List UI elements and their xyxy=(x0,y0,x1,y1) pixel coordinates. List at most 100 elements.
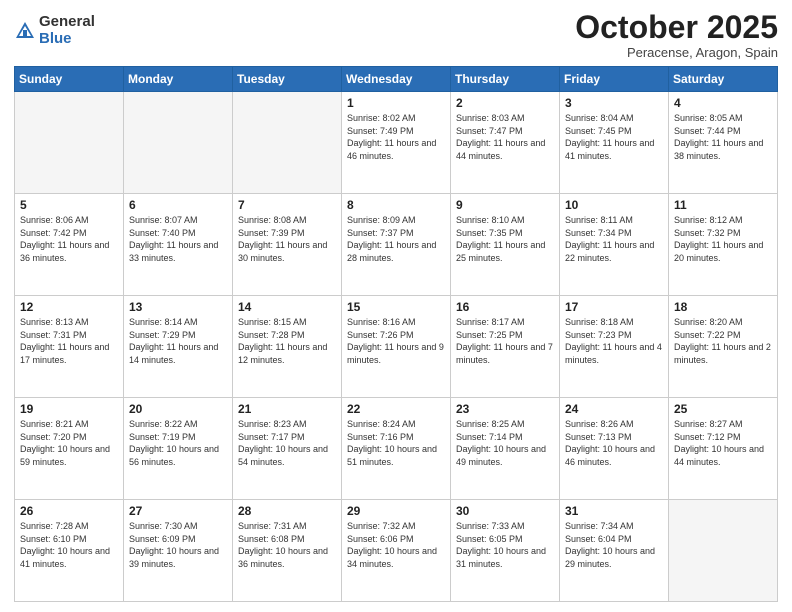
weekday-header: Sunday xyxy=(15,67,124,92)
weekday-header: Thursday xyxy=(451,67,560,92)
day-number: 11 xyxy=(674,198,772,212)
title-block: October 2025 Peracense, Aragon, Spain xyxy=(575,10,778,60)
day-number: 31 xyxy=(565,504,663,518)
weekday-header: Friday xyxy=(560,67,669,92)
calendar-day-cell xyxy=(669,500,778,602)
calendar-week-row: 1 Sunrise: 8:02 AMSunset: 7:49 PMDaylight… xyxy=(15,92,778,194)
day-number: 14 xyxy=(238,300,336,314)
day-info: Sunrise: 8:16 AMSunset: 7:26 PMDaylight:… xyxy=(347,316,445,366)
logo-icon xyxy=(14,20,36,42)
day-info: Sunrise: 8:14 AMSunset: 7:29 PMDaylight:… xyxy=(129,316,227,366)
day-number: 3 xyxy=(565,96,663,110)
calendar-day-cell: 26 Sunrise: 7:28 AMSunset: 6:10 PMDayligh… xyxy=(15,500,124,602)
logo: General Blue xyxy=(14,14,95,47)
weekday-header: Wednesday xyxy=(342,67,451,92)
calendar-day-cell: 7 Sunrise: 8:08 AMSunset: 7:39 PMDaylight… xyxy=(233,194,342,296)
day-number: 13 xyxy=(129,300,227,314)
day-number: 8 xyxy=(347,198,445,212)
calendar-day-cell: 6 Sunrise: 8:07 AMSunset: 7:40 PMDaylight… xyxy=(124,194,233,296)
day-info: Sunrise: 8:10 AMSunset: 7:35 PMDaylight:… xyxy=(456,214,554,264)
day-info: Sunrise: 8:23 AMSunset: 7:17 PMDaylight:… xyxy=(238,418,336,468)
calendar-week-row: 12Sunrise: 8:13 AMSunset: 7:31 PMDayligh… xyxy=(15,296,778,398)
calendar-day-cell: 19 Sunrise: 8:21 AMSunset: 7:20 PMDayligh… xyxy=(15,398,124,500)
day-info: Sunrise: 8:21 AMSunset: 7:20 PMDaylight:… xyxy=(20,418,118,468)
calendar-day-cell xyxy=(233,92,342,194)
month-title: October 2025 xyxy=(575,10,778,45)
calendar-day-cell: 5 Sunrise: 8:06 AMSunset: 7:42 PMDaylight… xyxy=(15,194,124,296)
weekday-header: Tuesday xyxy=(233,67,342,92)
calendar-day-cell: 25 Sunrise: 8:27 AMSunset: 7:12 PMDayligh… xyxy=(669,398,778,500)
day-number: 7 xyxy=(238,198,336,212)
day-info: Sunrise: 8:04 AMSunset: 7:45 PMDaylight:… xyxy=(565,112,663,162)
calendar-day-cell: 18 Sunrise: 8:20 AMSunset: 7:22 PMDayligh… xyxy=(669,296,778,398)
day-number: 16 xyxy=(456,300,554,314)
day-number: 6 xyxy=(129,198,227,212)
calendar-day-cell: 24Sunrise: 8:26 AMSunset: 7:13 PMDayligh… xyxy=(560,398,669,500)
day-info: Sunrise: 8:12 AMSunset: 7:32 PMDaylight:… xyxy=(674,214,772,264)
day-info: Sunrise: 7:33 AMSunset: 6:05 PMDaylight:… xyxy=(456,520,554,570)
day-number: 23 xyxy=(456,402,554,416)
day-info: Sunrise: 8:27 AMSunset: 7:12 PMDaylight:… xyxy=(674,418,772,468)
calendar-day-cell: 14Sunrise: 8:15 AMSunset: 7:28 PMDayligh… xyxy=(233,296,342,398)
day-info: Sunrise: 8:18 AMSunset: 7:23 PMDaylight:… xyxy=(565,316,663,366)
calendar-day-cell: 13 Sunrise: 8:14 AMSunset: 7:29 PMDayligh… xyxy=(124,296,233,398)
day-number: 25 xyxy=(674,402,772,416)
location: Peracense, Aragon, Spain xyxy=(575,45,778,60)
calendar-day-cell xyxy=(15,92,124,194)
page: General Blue October 2025 Peracense, Ara… xyxy=(0,0,792,612)
calendar-day-cell: 27 Sunrise: 7:30 AMSunset: 6:09 PMDayligh… xyxy=(124,500,233,602)
calendar-day-cell xyxy=(124,92,233,194)
day-info: Sunrise: 8:08 AMSunset: 7:39 PMDaylight:… xyxy=(238,214,336,264)
day-number: 22 xyxy=(347,402,445,416)
calendar-week-row: 26 Sunrise: 7:28 AMSunset: 6:10 PMDayligh… xyxy=(15,500,778,602)
day-info: Sunrise: 8:24 AMSunset: 7:16 PMDaylight:… xyxy=(347,418,445,468)
calendar-day-cell: 29 Sunrise: 7:32 AMSunset: 6:06 PMDayligh… xyxy=(342,500,451,602)
day-info: Sunrise: 8:06 AMSunset: 7:42 PMDaylight:… xyxy=(20,214,118,264)
day-number: 12 xyxy=(20,300,118,314)
calendar-day-cell: 4 Sunrise: 8:05 AMSunset: 7:44 PMDaylight… xyxy=(669,92,778,194)
calendar-day-cell: 9 Sunrise: 8:10 AMSunset: 7:35 PMDaylight… xyxy=(451,194,560,296)
calendar-day-cell: 16 Sunrise: 8:17 AMSunset: 7:25 PMDayligh… xyxy=(451,296,560,398)
calendar-day-cell: 15 Sunrise: 8:16 AMSunset: 7:26 PMDayligh… xyxy=(342,296,451,398)
day-number: 27 xyxy=(129,504,227,518)
calendar-day-cell: 2Sunrise: 8:03 AMSunset: 7:47 PMDaylight… xyxy=(451,92,560,194)
day-number: 18 xyxy=(674,300,772,314)
logo-general: General xyxy=(39,14,95,31)
day-number: 17 xyxy=(565,300,663,314)
weekday-header: Saturday xyxy=(669,67,778,92)
day-number: 29 xyxy=(347,504,445,518)
day-info: Sunrise: 7:28 AMSunset: 6:10 PMDaylight:… xyxy=(20,520,118,570)
day-number: 9 xyxy=(456,198,554,212)
calendar-day-cell: 31Sunrise: 7:34 AMSunset: 6:04 PMDayligh… xyxy=(560,500,669,602)
day-info: Sunrise: 8:03 AMSunset: 7:47 PMDaylight:… xyxy=(456,112,554,162)
day-info: Sunrise: 7:31 AMSunset: 6:08 PMDaylight:… xyxy=(238,520,336,570)
day-info: Sunrise: 8:05 AMSunset: 7:44 PMDaylight:… xyxy=(674,112,772,162)
calendar-day-cell: 12Sunrise: 8:13 AMSunset: 7:31 PMDayligh… xyxy=(15,296,124,398)
day-number: 1 xyxy=(347,96,445,110)
calendar-day-cell: 3 Sunrise: 8:04 AMSunset: 7:45 PMDaylight… xyxy=(560,92,669,194)
day-number: 21 xyxy=(238,402,336,416)
day-info: Sunrise: 8:26 AMSunset: 7:13 PMDaylight:… xyxy=(565,418,663,468)
calendar-day-cell: 11 Sunrise: 8:12 AMSunset: 7:32 PMDayligh… xyxy=(669,194,778,296)
day-number: 30 xyxy=(456,504,554,518)
calendar-day-cell: 20 Sunrise: 8:22 AMSunset: 7:19 PMDayligh… xyxy=(124,398,233,500)
day-info: Sunrise: 8:17 AMSunset: 7:25 PMDaylight:… xyxy=(456,316,554,366)
calendar-day-cell: 8Sunrise: 8:09 AMSunset: 7:37 PMDaylight… xyxy=(342,194,451,296)
calendar-day-cell: 22 Sunrise: 8:24 AMSunset: 7:16 PMDayligh… xyxy=(342,398,451,500)
day-info: Sunrise: 8:07 AMSunset: 7:40 PMDaylight:… xyxy=(129,214,227,264)
calendar-day-cell: 30 Sunrise: 7:33 AMSunset: 6:05 PMDayligh… xyxy=(451,500,560,602)
day-number: 26 xyxy=(20,504,118,518)
day-info: Sunrise: 8:22 AMSunset: 7:19 PMDaylight:… xyxy=(129,418,227,468)
calendar-day-cell: 23Sunrise: 8:25 AMSunset: 7:14 PMDayligh… xyxy=(451,398,560,500)
calendar-week-row: 19 Sunrise: 8:21 AMSunset: 7:20 PMDayligh… xyxy=(15,398,778,500)
day-info: Sunrise: 7:30 AMSunset: 6:09 PMDaylight:… xyxy=(129,520,227,570)
day-number: 15 xyxy=(347,300,445,314)
logo-text: General Blue xyxy=(39,14,95,47)
day-number: 20 xyxy=(129,402,227,416)
day-info: Sunrise: 8:02 AMSunset: 7:49 PMDaylight:… xyxy=(347,112,445,162)
day-number: 5 xyxy=(20,198,118,212)
day-info: Sunrise: 7:32 AMSunset: 6:06 PMDaylight:… xyxy=(347,520,445,570)
day-number: 4 xyxy=(674,96,772,110)
day-info: Sunrise: 8:20 AMSunset: 7:22 PMDaylight:… xyxy=(674,316,772,366)
day-number: 19 xyxy=(20,402,118,416)
